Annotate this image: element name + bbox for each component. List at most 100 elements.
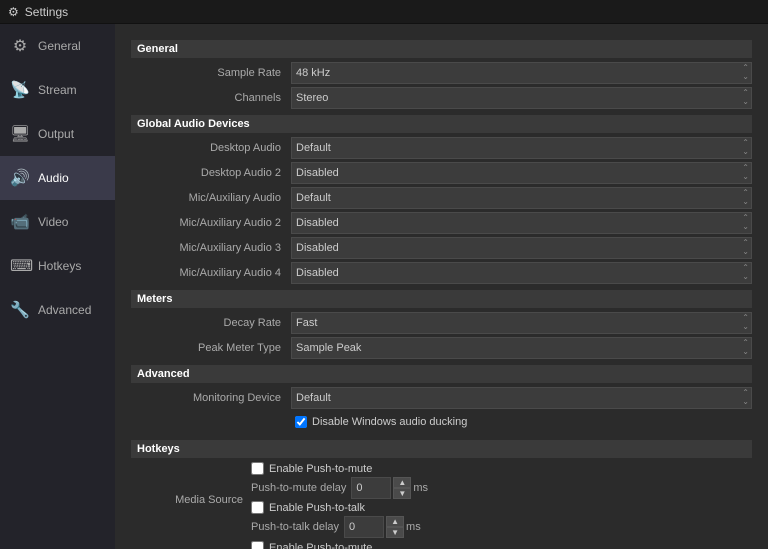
mic-push-to-mute-enable-row: Enable Push-to-mute	[251, 541, 752, 549]
mic-aux3-select-wrapper[interactable]: Default Disabled	[291, 237, 752, 259]
sample-rate-row: Sample Rate 44.1 kHz 48 kHz	[131, 62, 752, 84]
desktop-audio-row: Desktop Audio Default Disabled	[131, 137, 752, 159]
channels-select-wrapper[interactable]: Mono Stereo	[291, 87, 752, 109]
sidebar: ⚙ General 📡 Stream 🖥 Output 🔊 Audio 📹 Vi…	[0, 24, 115, 549]
monitoring-device-label: Monitoring Device	[131, 392, 291, 404]
media-push-to-mute-enable-row: Enable Push-to-mute	[251, 462, 752, 475]
desktop-audio2-select[interactable]: Default Disabled	[291, 162, 752, 184]
decay-rate-control: Fast Medium Slow	[291, 312, 752, 334]
channels-label: Channels	[131, 92, 291, 104]
gear-icon: ⚙	[10, 36, 30, 56]
keyboard-icon: ⌨	[10, 256, 30, 276]
audio-ducking-checkbox[interactable]	[295, 416, 307, 428]
mic-aux4-control: Default Disabled	[291, 262, 752, 284]
content-area: General Sample Rate 44.1 kHz 48 kHz Chan…	[115, 24, 768, 549]
mic-aux3-control: Default Disabled	[291, 237, 752, 259]
peak-meter-select[interactable]: Sample Peak True Peak	[291, 337, 752, 359]
mic-aux3-row: Mic/Auxiliary Audio 3 Default Disabled	[131, 237, 752, 259]
peak-meter-select-wrapper[interactable]: Sample Peak True Peak	[291, 337, 752, 359]
mic-aux-row: Mic/Auxiliary Audio Default Disabled	[131, 187, 752, 209]
decay-rate-select-wrapper[interactable]: Fast Medium Slow	[291, 312, 752, 334]
mic-aux2-select[interactable]: Default Disabled	[291, 212, 752, 234]
desktop-audio2-control: Default Disabled	[291, 162, 752, 184]
sidebar-label-stream: Stream	[38, 83, 77, 97]
audio-ducking-label: Disable Windows audio ducking	[312, 416, 467, 428]
desktop-audio-select[interactable]: Default Disabled	[291, 137, 752, 159]
sidebar-item-hotkeys[interactable]: ⌨ Hotkeys	[0, 244, 115, 288]
sample-rate-select-wrapper[interactable]: 44.1 kHz 48 kHz	[291, 62, 752, 84]
desktop-audio-control: Default Disabled	[291, 137, 752, 159]
settings-icon: ⚙	[8, 5, 19, 19]
media-push-to-talk-spinbox: ▲ ▼ ms	[344, 516, 752, 538]
media-push-to-mute-delay-row: Push-to-mute delay ▲ ▼ ms	[251, 477, 752, 499]
media-push-to-talk-delay-input[interactable]	[344, 516, 384, 538]
audio-ducking-row: Disable Windows audio ducking	[131, 412, 752, 434]
mic-aux-hotkey-controls: Enable Push-to-mute Push-to-mute delay ▲…	[251, 541, 752, 549]
mic-aux-select-wrapper[interactable]: Default Disabled	[291, 187, 752, 209]
sidebar-item-video[interactable]: 📹 Video	[0, 200, 115, 244]
monitoring-device-row: Monitoring Device Default Disabled	[131, 387, 752, 409]
media-push-to-mute-spin-buttons: ▲ ▼	[393, 477, 411, 499]
channels-select[interactable]: Mono Stereo	[291, 87, 752, 109]
media-push-to-mute-delay-label: Push-to-mute delay	[251, 482, 346, 494]
mic-aux2-control: Default Disabled	[291, 212, 752, 234]
sidebar-label-hotkeys: Hotkeys	[38, 259, 81, 273]
mic-aux-control: Default Disabled	[291, 187, 752, 209]
media-push-to-talk-delay-label: Push-to-talk delay	[251, 521, 339, 533]
mic-aux3-select[interactable]: Default Disabled	[291, 237, 752, 259]
section-global-audio-header: Global Audio Devices	[131, 115, 752, 133]
sidebar-label-video: Video	[38, 215, 68, 229]
sidebar-item-audio[interactable]: 🔊 Audio	[0, 156, 115, 200]
desktop-audio2-select-wrapper[interactable]: Default Disabled	[291, 162, 752, 184]
media-source-hotkey-row: Media Source Enable Push-to-mute Push-to…	[131, 462, 752, 538]
sidebar-item-output[interactable]: 🖥 Output	[0, 112, 115, 156]
media-push-to-talk-spin-down[interactable]: ▼	[386, 527, 404, 538]
monitoring-device-select[interactable]: Default Disabled	[291, 387, 752, 409]
section-advanced-header: Advanced	[131, 365, 752, 383]
monitoring-device-control: Default Disabled	[291, 387, 752, 409]
mic-aux3-label: Mic/Auxiliary Audio 3	[131, 242, 291, 254]
peak-meter-control: Sample Peak True Peak	[291, 337, 752, 359]
section-meters-header: Meters	[131, 290, 752, 308]
media-push-to-mute-unit: ms	[413, 482, 428, 494]
desktop-audio-label: Desktop Audio	[131, 142, 291, 154]
decay-rate-select[interactable]: Fast Medium Slow	[291, 312, 752, 334]
media-push-to-talk-spin-up[interactable]: ▲	[386, 516, 404, 527]
section-general-header: General	[131, 40, 752, 58]
media-push-to-mute-spin-down[interactable]: ▼	[393, 488, 411, 499]
mic-aux2-select-wrapper[interactable]: Default Disabled	[291, 212, 752, 234]
media-push-to-talk-checkbox[interactable]	[251, 501, 264, 514]
mic-aux4-select-wrapper[interactable]: Default Disabled	[291, 262, 752, 284]
sidebar-label-advanced: Advanced	[38, 303, 91, 317]
desktop-audio-select-wrapper[interactable]: Default Disabled	[291, 137, 752, 159]
media-push-to-mute-checkbox[interactable]	[251, 462, 264, 475]
media-push-to-mute-spinbox: ▲ ▼ ms	[351, 477, 752, 499]
sidebar-item-general[interactable]: ⚙ General	[0, 24, 115, 68]
sidebar-item-stream[interactable]: 📡 Stream	[0, 68, 115, 112]
title-bar: ⚙ Settings	[0, 0, 768, 24]
peak-meter-row: Peak Meter Type Sample Peak True Peak	[131, 337, 752, 359]
desktop-audio2-label: Desktop Audio 2	[131, 167, 291, 179]
mic-aux-select[interactable]: Default Disabled	[291, 187, 752, 209]
media-push-to-mute-spin-up[interactable]: ▲	[393, 477, 411, 488]
video-icon: 📹	[10, 212, 30, 232]
mic-push-to-mute-checkbox[interactable]	[251, 541, 264, 549]
sample-rate-control: 44.1 kHz 48 kHz	[291, 62, 752, 84]
channels-row: Channels Mono Stereo	[131, 87, 752, 109]
main-container: ⚙ General 📡 Stream 🖥 Output 🔊 Audio 📹 Vi…	[0, 24, 768, 549]
desktop-audio2-row: Desktop Audio 2 Default Disabled	[131, 162, 752, 184]
sidebar-label-output: Output	[38, 127, 74, 141]
mic-aux4-select[interactable]: Default Disabled	[291, 262, 752, 284]
sidebar-item-advanced[interactable]: 🔧 Advanced	[0, 288, 115, 332]
monitoring-device-select-wrapper[interactable]: Default Disabled	[291, 387, 752, 409]
media-push-to-mute-delay-input[interactable]	[351, 477, 391, 499]
channels-control: Mono Stereo	[291, 87, 752, 109]
sample-rate-select[interactable]: 44.1 kHz 48 kHz	[291, 62, 752, 84]
mic-aux4-row: Mic/Auxiliary Audio 4 Default Disabled	[131, 262, 752, 284]
output-icon: 🖥	[10, 124, 30, 144]
mic-aux2-label: Mic/Auxiliary Audio 2	[131, 217, 291, 229]
peak-meter-label: Peak Meter Type	[131, 342, 291, 354]
media-push-to-talk-unit: ms	[406, 521, 421, 533]
decay-rate-row: Decay Rate Fast Medium Slow	[131, 312, 752, 334]
window-title: Settings	[25, 5, 68, 19]
